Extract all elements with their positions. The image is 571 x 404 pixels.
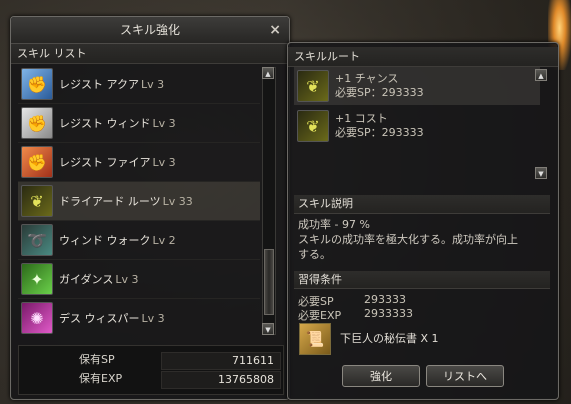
skill-level: Lv 2 — [152, 233, 176, 247]
route-text: +1 コスト 必要SP：293333 — [335, 112, 424, 140]
window-titlebar[interactable]: スキル強化 × — [11, 17, 289, 44]
scrollbar-thumb[interactable] — [264, 249, 274, 315]
route-name: +1 コスト — [335, 112, 388, 125]
description-line: する。 — [298, 248, 331, 261]
death-whisper-icon: ✺ — [21, 302, 53, 334]
route-item-cost[interactable]: ❦ +1 コスト 必要SP：293333 — [294, 107, 540, 145]
route-item-chance[interactable]: ❦ +1 チャンス 必要SP：293333 — [294, 67, 540, 105]
skill-name: デス ウィスパー — [59, 312, 140, 325]
sp-box: 711611 — [161, 352, 281, 370]
spellbook-icon: 📜 — [299, 323, 331, 355]
exp-value: 13765808 — [218, 373, 274, 386]
skill-item-resist-aqua[interactable]: ✊ レジスト アクア Lv 3 — [18, 65, 260, 104]
close-icon[interactable]: × — [269, 17, 281, 43]
description-body: 成功率 - 97 % スキルの成功率を極大化する。成功率が向上 する。 — [294, 214, 550, 265]
skill-item-guidance[interactable]: ✦ ガイダンス Lv 3 — [18, 260, 260, 299]
skill-route-header: スキルルート — [288, 47, 558, 67]
skill-list-header: スキル リスト — [11, 44, 289, 64]
enhance-button[interactable]: 強化 — [342, 365, 420, 387]
required-sp-value: 293333 — [364, 293, 406, 306]
vine-icon: ❦ — [21, 185, 53, 217]
fist-white-icon: ✊ — [21, 107, 53, 139]
exp-row: 保有EXP 13765808 — [19, 370, 283, 389]
skill-description: スキル説明 成功率 - 97 % スキルの成功率を極大化する。成功率が向上 する… — [294, 195, 550, 265]
skill-level: Lv 33 — [162, 194, 193, 208]
skill-item-wind-walk[interactable]: ➰ ウィンド ウォーク Lv 2 — [18, 221, 260, 260]
required-item-name: 下巨人の秘伝書 X 1 — [340, 332, 439, 345]
skill-item-death-whisper[interactable]: ✺ デス ウィスパー Lv 3 — [18, 299, 260, 337]
skill-item-resist-wind[interactable]: ✊ レジスト ウィンド Lv 3 — [18, 104, 260, 143]
vine-icon: ❦ — [297, 70, 329, 102]
skill-detail-panel: スキルルート ❦ +1 チャンス 必要SP：293333 ❦ +1 コスト 必要… — [287, 42, 559, 400]
sp-label: 保有SP — [79, 353, 115, 366]
conditions-header: 習得条件 — [294, 271, 550, 289]
exp-box: 13765808 — [161, 371, 281, 389]
route-requirement: 必要SP：293333 — [335, 86, 424, 99]
skill-name: レジスト ウィンド — [59, 117, 151, 130]
skill-name: レジスト アクア — [59, 78, 139, 91]
skill-list-scrollbar[interactable]: ▲ ▼ — [262, 67, 276, 335]
fist-blue-icon: ✊ — [21, 68, 53, 100]
scroll-up-arrow-icon[interactable]: ▲ — [535, 69, 547, 81]
description-line: スキルの成功率を極大化する。成功率が向上 — [298, 233, 518, 246]
skill-name: ガイダンス — [59, 273, 114, 286]
required-exp-value: 2933333 — [364, 307, 413, 320]
skill-item-resist-fire[interactable]: ✊ レジスト ファイア Lv 3 — [18, 143, 260, 182]
skill-level: Lv 3 — [152, 116, 176, 130]
skill-name: レジスト ファイア — [59, 156, 151, 169]
description-line: 成功率 - 97 % — [298, 218, 370, 231]
description-header: スキル説明 — [294, 195, 550, 214]
skill-level: Lv 3 — [115, 272, 139, 286]
fist-red-icon: ✊ — [21, 146, 53, 178]
vine-icon: ❦ — [297, 110, 329, 142]
sp-value: 711611 — [232, 354, 274, 367]
route-requirement: 必要SP：293333 — [335, 126, 424, 139]
skill-level: Lv 3 — [152, 155, 176, 169]
skill-list: ✊ レジスト アクア Lv 3 ✊ レジスト ウィンド Lv 3 ✊ レジスト … — [18, 65, 260, 352]
window-title: スキル強化 — [119, 23, 180, 37]
to-list-button[interactable]: リストへ — [426, 365, 504, 387]
guidance-icon: ✦ — [21, 263, 53, 295]
skill-name: ウィンド ウォーク — [59, 234, 151, 247]
skill-item-dryad-roots[interactable]: ❦ ドライアード ルーツ Lv 33 — [18, 182, 260, 221]
route-scrollbar[interactable]: ▲ ▼ — [535, 69, 547, 179]
route-name: +1 チャンス — [335, 72, 399, 85]
exp-label: 保有EXP — [79, 372, 123, 385]
scroll-down-arrow-icon[interactable]: ▼ — [262, 323, 274, 335]
scroll-up-arrow-icon[interactable]: ▲ — [262, 67, 274, 79]
skill-level: Lv 3 — [140, 77, 165, 91]
skill-name: ドライアード ルーツ — [59, 195, 161, 208]
sp-row: 保有SP 711611 — [19, 351, 283, 370]
route-text: +1 チャンス 必要SP：293333 — [335, 72, 424, 100]
wind-icon: ➰ — [21, 224, 53, 256]
skill-enhance-window: スキル強化 × スキル リスト ✊ レジスト アクア Lv 3 ✊ レジスト ウ… — [10, 16, 290, 400]
required-exp-label: 必要EXP — [298, 309, 342, 322]
stats-footer: 保有SP 711611 保有EXP 13765808 — [18, 345, 284, 395]
scroll-down-arrow-icon[interactable]: ▼ — [535, 167, 547, 179]
skill-level: Lv 3 — [141, 311, 165, 325]
